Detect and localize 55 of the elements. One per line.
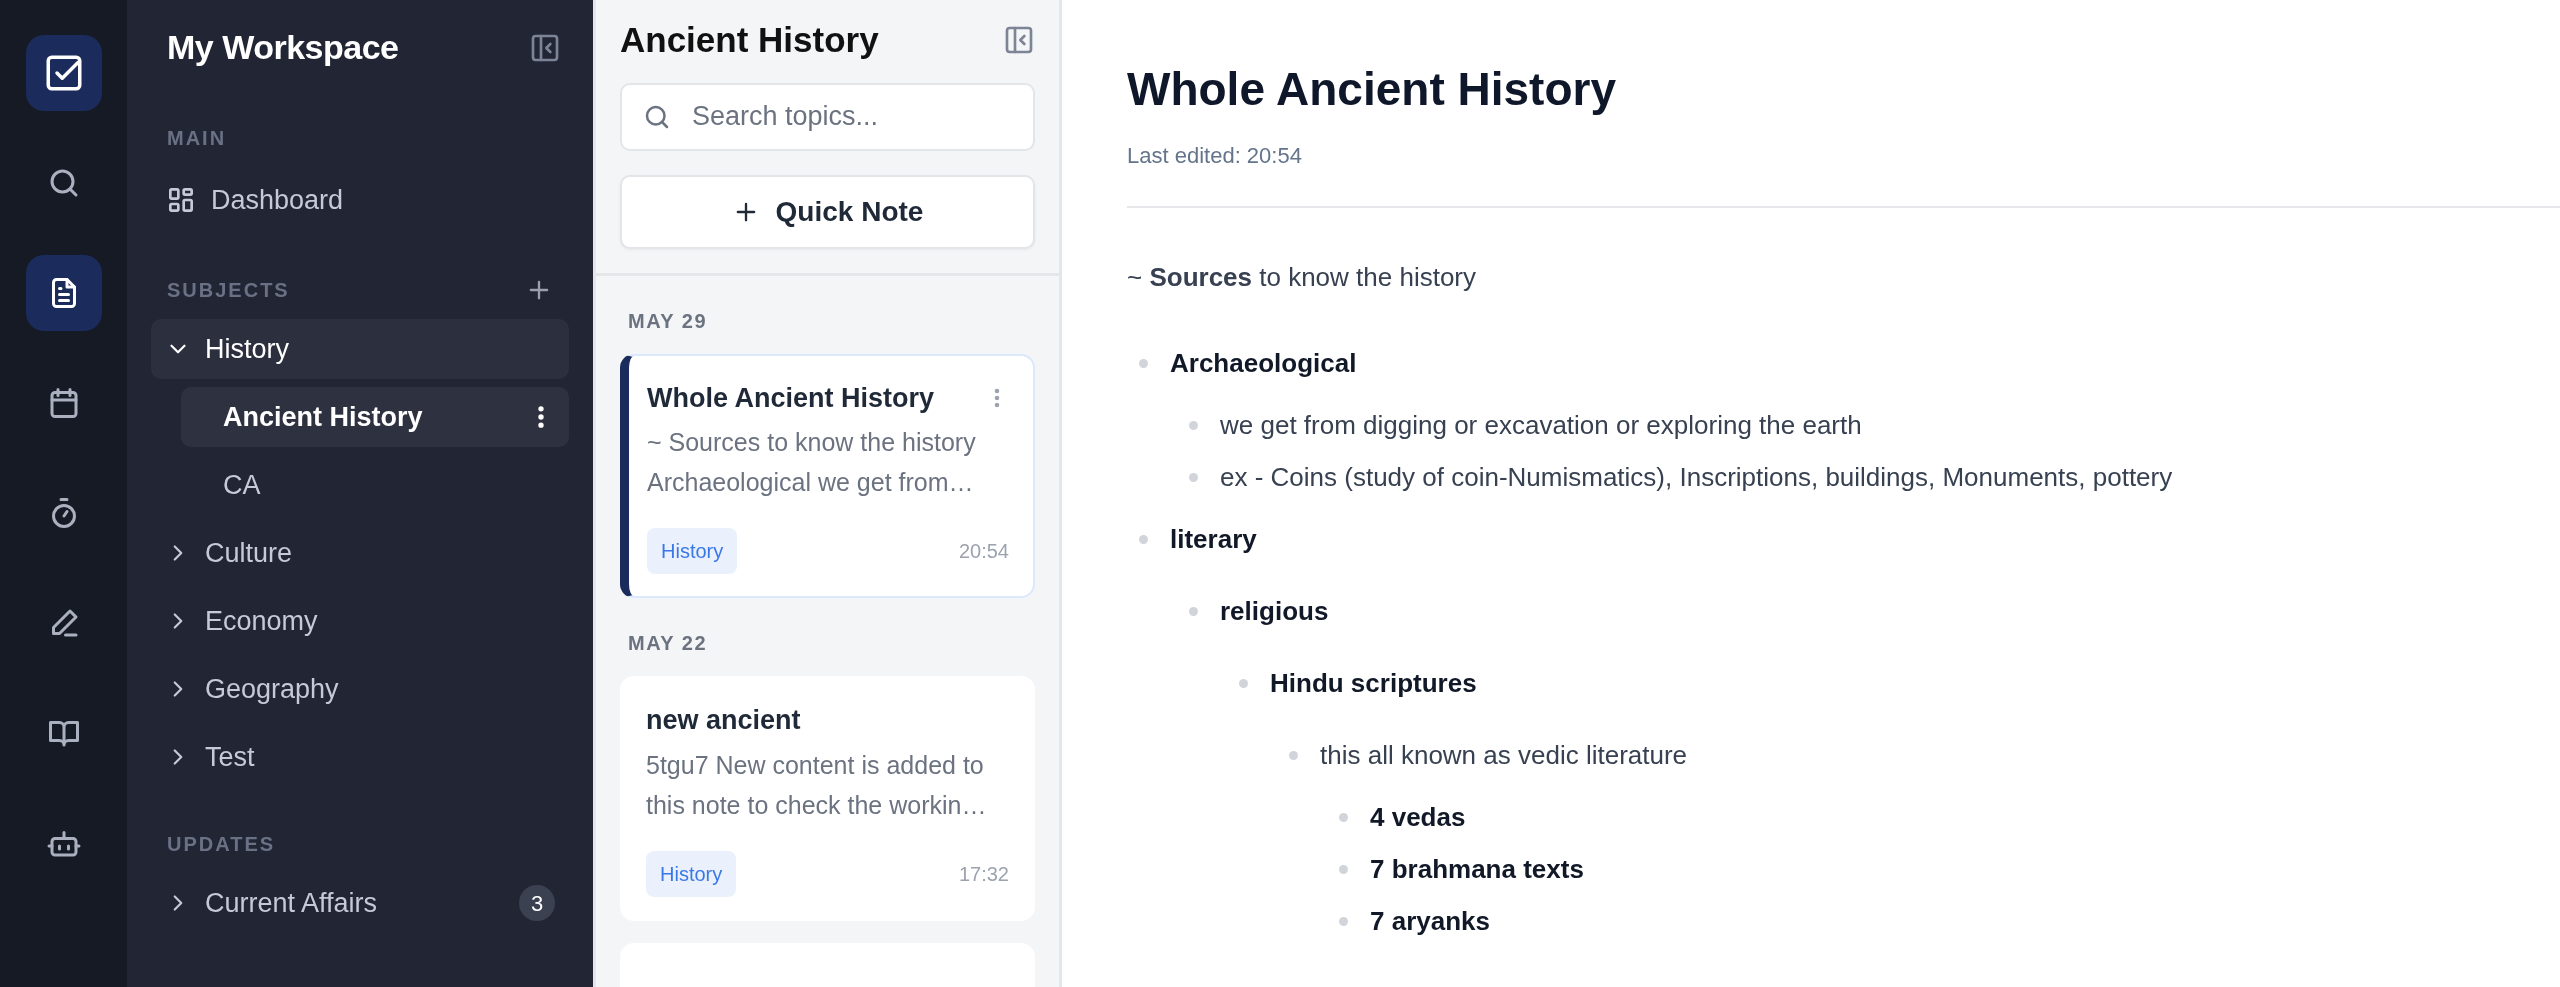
section-label: MAIN <box>167 126 227 151</box>
subject-item[interactable]: Economy <box>151 591 569 651</box>
search-field[interactable]: Search topics... <box>620 82 1035 151</box>
note-preview: this note to check the workin… <box>646 789 988 821</box>
bullet-dot <box>1139 358 1148 368</box>
topic-item[interactable]: Ancient History <box>181 387 569 447</box>
outline-item: we get from digging or excavation or exploring the earth <box>1220 408 1862 442</box>
note-time: 17:32 <box>958 861 1009 887</box>
outline-item: 7 brahmana texts <box>1370 852 1584 886</box>
bullet-dot <box>1189 606 1198 616</box>
outline-item: literary <box>1170 522 1257 556</box>
outline-item: 4 vedas <box>1370 800 1466 834</box>
note-time: 20:54 <box>958 539 1009 564</box>
subject-item[interactable]: Culture <box>151 523 569 583</box>
subject-item[interactable]: Geography <box>151 659 569 719</box>
bullet-dot <box>1339 916 1348 926</box>
note-heading: Whole Ancient History <box>1127 62 1617 117</box>
section-label: SUBJECTS <box>167 278 290 303</box>
quick-note-button[interactable]: Quick Note <box>620 174 1035 249</box>
bullet-dot <box>1339 812 1348 822</box>
outline-item: Archaeological <box>1170 346 1357 380</box>
subject-tag: History <box>647 528 738 574</box>
bullet-dot <box>1189 472 1198 482</box>
subject-item[interactable]: Test <box>151 727 569 787</box>
note-preview: 5tgu7 New content is added to <box>646 749 985 781</box>
note-paragraph: ~ Sources to know the history <box>1127 261 1478 295</box>
topic-item[interactable]: CA <box>181 455 569 515</box>
nav-link[interactable]: Dashboard <box>151 167 569 233</box>
section-label: UPDATES <box>167 832 276 857</box>
subject-item[interactable]: Current Affairs 3 <box>151 873 569 933</box>
note-title: Whole Ancient History <box>647 381 935 415</box>
workspace-title: My Workspace <box>167 27 399 68</box>
outline-item: this all known as vedic literature <box>1320 738 1688 772</box>
note-card[interactable]: new ancient 5tgu7 New content is added to this note to check the workin… History 17:32 <box>620 676 1035 921</box>
note-title: new ancient <box>646 704 801 737</box>
rail-button[interactable] <box>25 255 102 331</box>
subject-tag: History <box>646 850 737 897</box>
outline-item: religious <box>1220 594 1329 628</box>
date-heading: MAY 22 <box>627 631 709 656</box>
note-preview: ~ Sources to know the history <box>647 427 977 458</box>
note-card[interactable]: Whole Ancient History ~ Sources to know the history Archaeological we get from… History 20:54 <box>620 353 1035 598</box>
bullet-dot <box>1239 678 1248 688</box>
outline-item: Hindu scriptures <box>1270 666 1477 700</box>
bullet-dot <box>1339 864 1348 874</box>
date-heading: MAY 29 <box>627 308 709 334</box>
subject-item[interactable]: History <box>151 319 569 379</box>
bullet-dot <box>1139 534 1148 544</box>
panel-title: Ancient History <box>620 19 879 61</box>
note-preview: Archaeological we get from… <box>647 467 975 498</box>
count-badge: 3 <box>519 885 555 921</box>
outline-item: 7 aryanks <box>1370 904 1490 938</box>
bullet-dot <box>1189 420 1198 430</box>
last-edited-text: Last edited: 20:54 <box>1127 142 1303 171</box>
outline-item: ex - Coins (study of coin-Numismatics), Inscriptions, buildings, Monuments, pottery <box>1220 460 2173 494</box>
bullet-dot <box>1289 750 1298 760</box>
